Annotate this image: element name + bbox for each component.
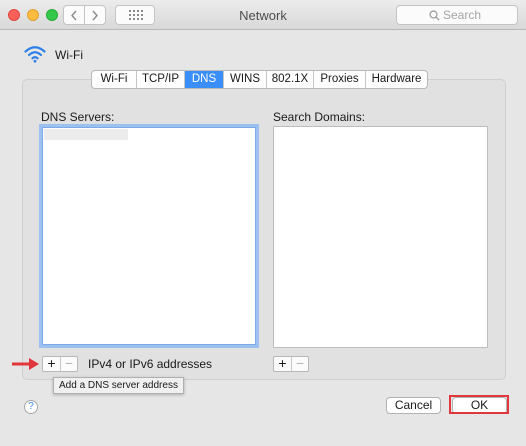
tab-8021x[interactable]: 802.1X	[266, 71, 313, 88]
remove-search-domain-button[interactable]: −	[291, 356, 308, 371]
cancel-button[interactable]: Cancel	[386, 397, 441, 414]
add-dns-server-button[interactable]: +	[43, 356, 60, 371]
search-domains-list[interactable]	[273, 126, 488, 348]
dns-servers-label: DNS Servers:	[41, 110, 115, 124]
remove-dns-server-button[interactable]: −	[60, 356, 77, 371]
tab-bar: Wi-Fi TCP/IP DNS WINS 802.1X Proxies Har…	[91, 70, 428, 89]
dns-servers-list[interactable]	[39, 124, 259, 348]
tab-dns[interactable]: DNS	[184, 71, 223, 88]
tab-tcpip[interactable]: TCP/IP	[136, 71, 184, 88]
annotation-highlight-box	[449, 395, 509, 414]
title-bar: Network	[0, 0, 526, 30]
search-icon	[429, 10, 440, 21]
tab-wifi[interactable]: Wi-Fi	[92, 71, 136, 88]
dns-servers-add-remove: + −	[42, 356, 78, 372]
add-button-tooltip: Add a DNS server address	[53, 377, 184, 394]
add-search-domain-button[interactable]: +	[274, 356, 291, 371]
wifi-icon	[24, 46, 46, 63]
search-input[interactable]	[443, 8, 513, 22]
help-button[interactable]: ?	[24, 400, 38, 414]
tab-proxies[interactable]: Proxies	[313, 71, 365, 88]
dns-server-entry[interactable]	[44, 129, 128, 140]
tab-wins[interactable]: WINS	[223, 71, 266, 88]
search-domains-label: Search Domains:	[273, 110, 366, 124]
annotation-arrow-icon	[12, 358, 39, 370]
tab-hardware[interactable]: Hardware	[365, 71, 427, 88]
interface-name: Wi-Fi	[55, 48, 83, 62]
search-field[interactable]	[396, 5, 518, 25]
search-domains-add-remove: + −	[273, 356, 309, 372]
dns-hint-text: IPv4 or IPv6 addresses	[88, 357, 213, 371]
